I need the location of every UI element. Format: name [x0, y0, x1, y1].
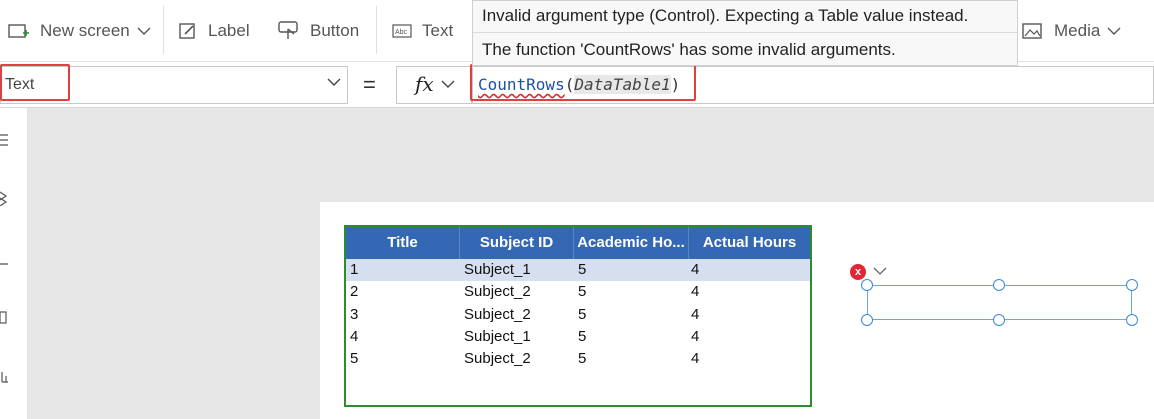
table-row[interactable]: 2 Subject_2 5 4	[346, 281, 810, 303]
resize-handle-top-right[interactable]	[1126, 279, 1138, 291]
table-cell: 5	[578, 305, 587, 323]
chevron-down-icon	[137, 27, 151, 35]
column-header-academic-hours[interactable]: Academic Ho...	[574, 227, 689, 259]
property-highlight-box	[0, 64, 70, 101]
tooltip-invalid-arguments-message: The function 'CountRows' has some invali…	[482, 40, 896, 59]
data-table[interactable]: Title Subject ID Academic Ho... Actual H…	[344, 225, 812, 407]
column-header-title[interactable]: Title	[346, 227, 460, 259]
error-tooltip: Invalid argument type (Control). Expecti…	[472, 0, 1018, 66]
insert-icon[interactable]	[0, 190, 12, 206]
button-button-label: Button	[310, 21, 360, 40]
table-cell: 5	[578, 327, 587, 345]
table-row[interactable]: 5 Subject_2 5 4	[346, 348, 810, 370]
table-cell: 4	[350, 327, 359, 345]
function-button[interactable]: fx	[396, 66, 472, 104]
label-icon	[179, 23, 195, 39]
resize-handle-bottom-right[interactable]	[1126, 314, 1138, 326]
table-cell: Subject_1	[464, 327, 531, 345]
text-input-icon: Abc	[392, 24, 412, 38]
table-cell: 4	[691, 350, 700, 368]
table-cell: Subject_2	[464, 305, 531, 323]
svg-text:Abc: Abc	[395, 29, 408, 36]
table-cell: 3	[350, 305, 359, 323]
fx-icon: fx	[415, 72, 434, 96]
table-cell: Subject_2	[464, 350, 531, 368]
tooltip-divider	[473, 32, 1017, 33]
table-cell: 4	[691, 327, 700, 345]
table-cell: 4	[691, 261, 700, 278]
table-cell: 5	[350, 350, 359, 368]
error-icon[interactable]: x	[850, 264, 866, 280]
new-screen-label: New screen	[40, 21, 130, 40]
table-cell: 2	[350, 283, 359, 301]
table-header: Title Subject ID Academic Ho... Actual H…	[346, 227, 810, 259]
formula-bar: Text = fx CountRows(DataTable1)	[0, 62, 1154, 108]
formula-highlight-box	[470, 64, 696, 101]
chevron-down-icon	[1107, 27, 1121, 35]
left-tool-rail	[0, 108, 28, 419]
table-cell: Subject_2	[464, 283, 531, 301]
resize-handle-bottom-left[interactable]	[861, 314, 873, 326]
label-button-label: Label	[208, 21, 250, 40]
label-button[interactable]: Label	[178, 16, 250, 46]
text-button[interactable]: Abc Text	[392, 16, 453, 46]
text-button-label: Text	[422, 21, 454, 40]
chevron-down-icon[interactable]	[872, 266, 888, 276]
table-cell: 1	[350, 261, 359, 278]
column-header-actual-hours[interactable]: Actual Hours	[689, 227, 810, 259]
table-row[interactable]: 3 Subject_2 5 4	[346, 304, 810, 326]
table-cell: 4	[691, 305, 700, 323]
tooltip-error-message: Invalid argument type (Control). Expecti…	[482, 6, 969, 25]
table-row[interactable]: 1 Subject_1 5 4	[346, 259, 810, 281]
table-cell: 5	[578, 350, 587, 368]
media-icon	[1022, 23, 1042, 39]
tree-view-icon[interactable]	[0, 132, 12, 148]
table-cell: 5	[578, 283, 587, 301]
table-cell: 4	[691, 283, 700, 301]
resize-handle-bottom[interactable]	[993, 314, 1005, 326]
equals-sign: =	[363, 72, 376, 97]
column-header-subject-id[interactable]: Subject ID	[460, 227, 574, 259]
chevron-down-icon	[441, 80, 455, 88]
new-screen-button[interactable]: New screen	[8, 16, 162, 46]
resize-handle-top-left[interactable]	[861, 279, 873, 291]
button-icon	[278, 21, 298, 39]
media-button-label: Media	[1054, 21, 1101, 40]
ribbon-divider	[376, 6, 377, 54]
advanced-tools-icon[interactable]	[0, 370, 12, 386]
table-row[interactable]: 4 Subject_1 5 4	[346, 326, 810, 348]
table-cell: Subject_1	[464, 261, 531, 278]
data-icon[interactable]	[0, 256, 12, 272]
new-screen-icon	[8, 24, 29, 38]
media-button[interactable]: Media	[1022, 16, 1132, 46]
resize-handle-top[interactable]	[993, 279, 1005, 291]
table-cell: 5	[578, 261, 587, 278]
media-panel-icon[interactable]	[0, 310, 12, 326]
button-button[interactable]: Button	[278, 16, 359, 46]
chevron-down-icon	[327, 78, 341, 86]
ribbon-divider	[163, 6, 164, 54]
